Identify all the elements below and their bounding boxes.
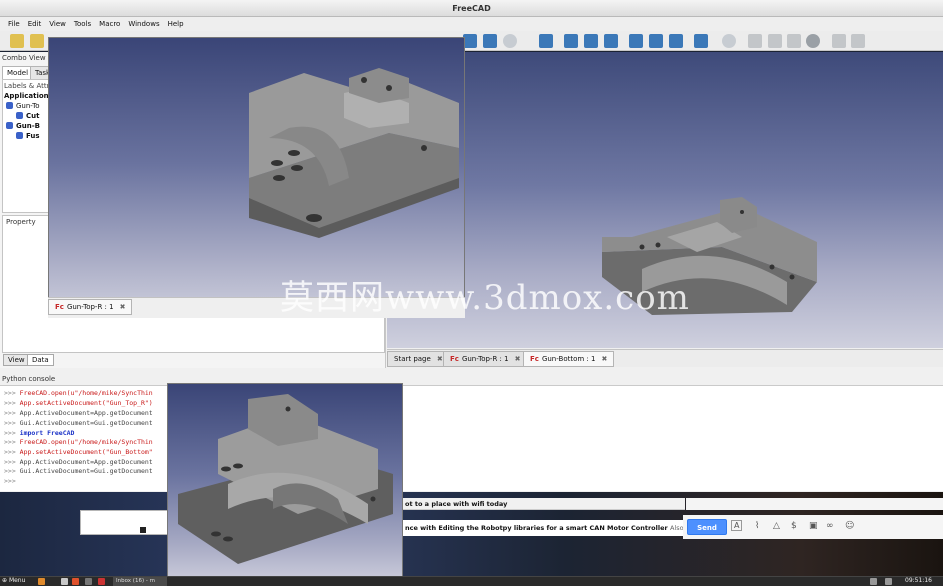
tab-gun-top-r-floating[interactable]: Fc Gun-Top-R : 1 ✖ xyxy=(48,299,133,315)
console-line: >>> Gui.ActiveDocument=Gui.getDocument xyxy=(4,419,153,427)
browser-icon[interactable] xyxy=(72,578,79,585)
menu-help[interactable]: Help xyxy=(164,17,188,31)
chat-icon[interactable] xyxy=(140,527,146,533)
close-icon[interactable]: ✖ xyxy=(515,355,521,363)
zoom-plus-icon[interactable] xyxy=(832,34,846,48)
tree-item-fusion[interactable]: Fus xyxy=(16,132,40,140)
console-line: >>> FreeCAD.open(u"/home/mike/SyncThin xyxy=(4,389,153,397)
freecad-icon[interactable] xyxy=(98,578,105,585)
tab-gun-bottom[interactable]: Fc Gun-Bottom : 1 ✖ xyxy=(523,351,615,367)
console-line: >>> App.setActiveDocument("Gun_Bottom" xyxy=(4,448,153,456)
console-line: >>> xyxy=(4,477,16,485)
taskbar-menu-button[interactable]: ⊕ Menu xyxy=(2,577,25,584)
view-isometric-icon[interactable] xyxy=(539,34,553,48)
freecad-icon: Fc xyxy=(530,355,539,363)
menu-file[interactable]: File xyxy=(4,17,24,31)
console-line: >>> App.setActiveDocument("Gun_Top_R") xyxy=(4,399,153,407)
money-icon[interactable]: $ xyxy=(791,521,797,531)
close-icon[interactable]: ✖ xyxy=(120,303,126,311)
zoom-in-icon[interactable] xyxy=(483,34,497,48)
python-console-title: Python console xyxy=(2,375,56,383)
menu-macro[interactable]: Macro xyxy=(95,17,124,31)
web-icon[interactable] xyxy=(722,34,736,48)
watermark-text: 莫西网www.3dmox.com xyxy=(280,278,690,318)
view-rear-icon[interactable] xyxy=(629,34,643,48)
tree-item-cut[interactable]: Cut xyxy=(16,112,39,120)
tree-item-gun-top[interactable]: Gun-To xyxy=(6,102,40,110)
console-line: >>> Gui.ActiveDocument=Gui.getDocument xyxy=(4,467,153,475)
close-icon[interactable]: ✖ xyxy=(437,355,443,363)
terminal-icon[interactable] xyxy=(61,578,68,585)
console-line: >>> import FreeCAD xyxy=(4,429,75,437)
taskbar-item-inbox[interactable]: Inbox (16) - m xyxy=(113,577,167,586)
volume-icon[interactable] xyxy=(885,578,892,585)
property-header: Property xyxy=(6,218,36,226)
tree-header: Labels & Attr xyxy=(4,82,50,90)
cut-icon xyxy=(16,112,23,119)
link-icon[interactable]: ∞ xyxy=(826,521,834,531)
window-title: FreeCAD xyxy=(0,0,943,17)
tree-application-label: Application xyxy=(4,92,49,100)
forward-icon[interactable] xyxy=(768,34,782,48)
attach-icon[interactable]: ⌇ xyxy=(755,521,759,531)
new-document-icon[interactable] xyxy=(10,34,24,48)
app-icon[interactable] xyxy=(85,578,92,585)
combo-view-title: Combo View xyxy=(2,54,46,62)
tab-model[interactable]: Model xyxy=(2,66,34,79)
open-folder-icon[interactable] xyxy=(30,34,44,48)
console-line: >>> App.ActiveDocument=App.getDocument xyxy=(4,458,153,466)
menu-windows[interactable]: Windows xyxy=(124,17,163,31)
menu-edit[interactable]: Edit xyxy=(24,17,46,31)
mail-subject: nce with Editing the Robotpy libraries f… xyxy=(405,524,705,532)
emoji-icon[interactable]: ☺ xyxy=(845,521,854,531)
refresh-icon[interactable] xyxy=(787,34,801,48)
network-icon[interactable] xyxy=(870,578,877,585)
mail-snippet: ot to a place with wifi today xyxy=(405,500,508,508)
back-icon[interactable] xyxy=(748,34,762,48)
fusion-icon xyxy=(16,132,23,139)
tree-item-gun-bottom[interactable]: Gun-B xyxy=(6,122,40,130)
photo-icon[interactable]: ▣ xyxy=(809,521,818,531)
tab-gun-top-r[interactable]: Fc Gun-Top-R : 1 ✖ xyxy=(443,351,528,367)
tab-data[interactable]: Data xyxy=(27,354,54,366)
freecad-icon: Fc xyxy=(55,303,64,311)
document-icon xyxy=(6,122,13,129)
mail-header-strip xyxy=(686,498,943,510)
console-line: >>> App.ActiveDocument=App.getDocument xyxy=(4,409,153,417)
menu-tools[interactable]: Tools xyxy=(70,17,95,31)
menu-bar: File Edit View Tools Macro Windows Help xyxy=(0,17,943,31)
measure-icon[interactable] xyxy=(694,34,708,48)
document-icon xyxy=(6,102,13,109)
view-top-icon[interactable] xyxy=(584,34,598,48)
console-line: >>> FreeCAD.open(u"/home/mike/SyncThin xyxy=(4,438,153,446)
zoom-minus-icon[interactable] xyxy=(851,34,865,48)
view-right-icon[interactable] xyxy=(604,34,618,48)
drive-icon[interactable]: △ xyxy=(773,521,780,531)
tab-view[interactable]: View xyxy=(3,354,30,366)
send-button[interactable]: Send xyxy=(687,519,727,535)
formatting-icon[interactable]: A xyxy=(731,520,743,531)
close-icon[interactable]: ✖ xyxy=(601,355,607,363)
view-front-icon[interactable] xyxy=(564,34,578,48)
taskbar-clock: 09:51:16 xyxy=(905,577,932,584)
draw-style-icon[interactable] xyxy=(503,34,517,48)
compose-box[interactable] xyxy=(80,510,168,535)
stop-icon[interactable] xyxy=(806,34,820,48)
floating-3d-view-assembly[interactable] xyxy=(167,383,403,586)
tab-start-page[interactable]: Start page ✖ xyxy=(387,351,450,367)
menu-view[interactable]: View xyxy=(45,17,70,31)
freecad-icon: Fc xyxy=(450,355,459,363)
files-icon[interactable] xyxy=(38,578,45,585)
gun-assembly-part xyxy=(178,394,393,564)
view-bottom-icon[interactable] xyxy=(649,34,663,48)
view-left-icon[interactable] xyxy=(669,34,683,48)
